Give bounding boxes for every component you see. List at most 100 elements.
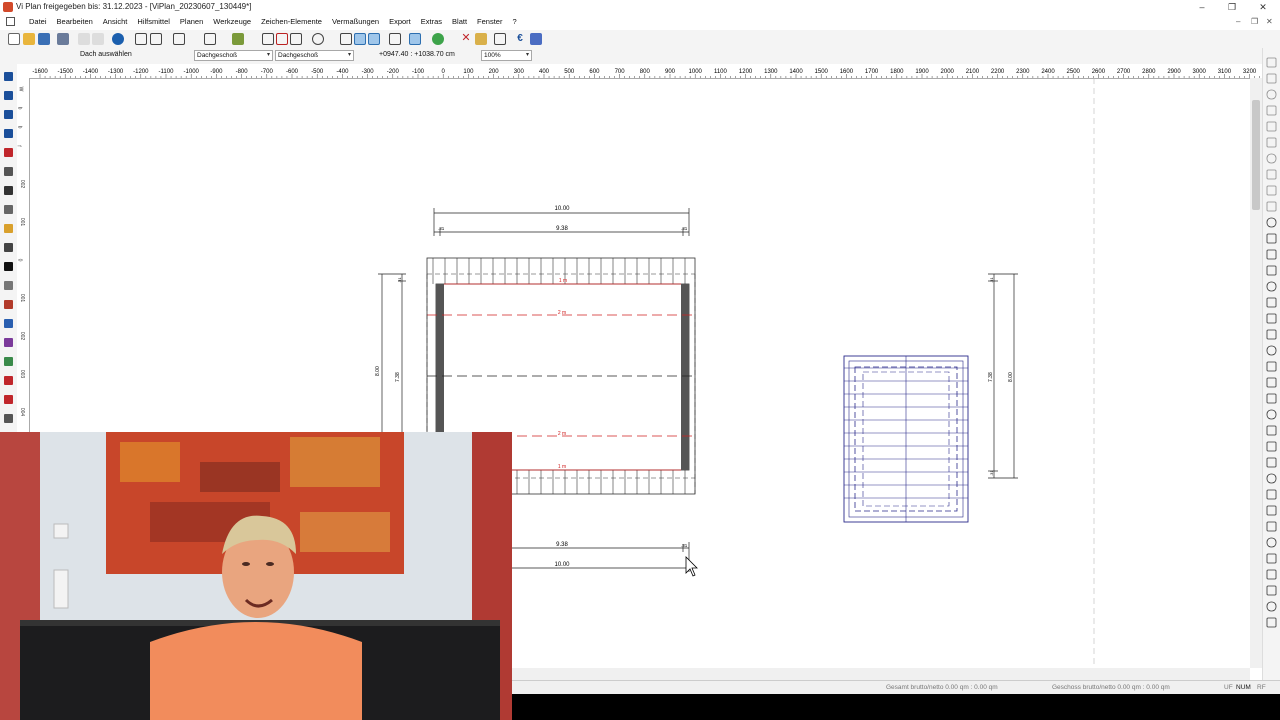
right-tool-icon[interactable] <box>1266 73 1277 84</box>
left-tool-icons[interactable] <box>0 64 17 432</box>
menu-item-extras[interactable]: Extras <box>416 17 447 26</box>
right-tool-icon[interactable] <box>1266 489 1277 500</box>
save-icon[interactable] <box>38 33 50 45</box>
left-tool-icon[interactable] <box>4 262 13 271</box>
left-tool-icon[interactable] <box>4 205 13 214</box>
right-tool-icon[interactable] <box>1266 393 1277 404</box>
left-tool-icon[interactable] <box>4 300 13 309</box>
3d-view-icon[interactable] <box>409 33 421 45</box>
right-tool-icon[interactable] <box>1266 345 1277 356</box>
menu-item-export[interactable]: Export <box>384 17 416 26</box>
floor-select-1[interactable]: Dachgeschoß ▾ <box>194 50 273 61</box>
roof-icon[interactable] <box>232 33 244 45</box>
menu-item-blatt[interactable]: Blatt <box>447 17 472 26</box>
right-tool-icon[interactable] <box>1266 617 1277 628</box>
select-frame-icon[interactable] <box>135 33 147 45</box>
close-button[interactable]: ✕ <box>1248 0 1278 15</box>
right-tool-icon[interactable] <box>1266 505 1277 516</box>
left-tool-icon[interactable] <box>4 110 13 119</box>
right-tool-icon[interactable] <box>1266 521 1277 532</box>
document-menu-icon[interactable] <box>6 17 15 26</box>
pan-hand-icon[interactable] <box>312 33 324 45</box>
house-icon[interactable] <box>150 33 162 45</box>
right-tool-icon[interactable] <box>1266 329 1277 340</box>
mdi-close-button[interactable]: ✕ <box>1266 17 1273 26</box>
right-tool-icon[interactable] <box>1266 185 1277 196</box>
right-tool-icon[interactable] <box>1266 121 1277 132</box>
home-view-icon[interactable] <box>173 33 185 45</box>
right-tool-icon[interactable] <box>1266 265 1277 276</box>
menu-item-ansicht[interactable]: Ansicht <box>98 17 133 26</box>
menu-item-vermaßungen[interactable]: Vermaßungen <box>327 17 384 26</box>
menu-item-help[interactable]: ? <box>507 17 521 26</box>
menu-item-planen[interactable]: Planen <box>175 17 208 26</box>
right-tool-icon[interactable] <box>1266 281 1277 292</box>
new-file-icon[interactable] <box>8 33 20 45</box>
left-tool-icon[interactable] <box>4 243 13 252</box>
maximize-button[interactable]: ❐ <box>1217 0 1247 15</box>
left-tool-icon[interactable] <box>4 167 13 176</box>
left-tool-icon[interactable] <box>4 129 13 138</box>
tools-icon[interactable] <box>475 33 487 45</box>
right-tool-icon[interactable] <box>1266 169 1277 180</box>
right-tool-icon[interactable] <box>1266 425 1277 436</box>
euro-cost-icon[interactable]: € <box>514 33 526 45</box>
vertical-scroll-thumb[interactable] <box>1252 100 1260 210</box>
export-icon[interactable] <box>530 33 542 45</box>
right-tool-icon[interactable] <box>1266 361 1277 372</box>
zoom-in-icon[interactable] <box>262 33 274 45</box>
horizontal-scrollbar[interactable] <box>512 668 1250 680</box>
menu-item-datei[interactable]: Datei <box>24 17 52 26</box>
right-tool-icon[interactable] <box>1266 537 1277 548</box>
right-tool-icon[interactable] <box>1266 409 1277 420</box>
layer-icon[interactable] <box>340 33 352 45</box>
floor-select-2[interactable]: Dachgeschoß ▾ <box>275 50 354 61</box>
snap-grid-icon[interactable] <box>368 33 380 45</box>
right-tool-icon[interactable] <box>1266 249 1277 260</box>
right-tool-icon[interactable] <box>1266 569 1277 580</box>
add-circle-icon[interactable] <box>432 33 444 45</box>
right-tool-icon[interactable] <box>1266 601 1277 612</box>
menu-item-bearbeiten[interactable]: Bearbeiten <box>52 17 98 26</box>
left-tool-icon[interactable] <box>4 91 13 100</box>
right-tool-icon[interactable] <box>1266 313 1277 324</box>
snap-points-icon[interactable] <box>354 33 366 45</box>
zoom-window-icon[interactable] <box>276 33 288 45</box>
right-tool-icon[interactable] <box>1266 553 1277 564</box>
delete-x-icon[interactable]: ✕ <box>460 33 472 45</box>
right-tool-icon[interactable] <box>1266 217 1277 228</box>
right-tool-icon[interactable] <box>1266 297 1277 308</box>
zoom-all-icon[interactable] <box>290 33 302 45</box>
right-tool-icons[interactable] <box>1263 48 1280 680</box>
menu-item-werkzeuge[interactable]: Werkzeuge <box>208 17 256 26</box>
right-tool-icon[interactable] <box>1266 57 1277 68</box>
menu-item-zeichen-elemente[interactable]: Zeichen-Elemente <box>256 17 327 26</box>
left-tool-icon[interactable] <box>4 395 13 404</box>
right-tool-icon[interactable] <box>1266 377 1277 388</box>
right-tool-icon[interactable] <box>1266 153 1277 164</box>
copy-icon[interactable] <box>92 33 104 45</box>
right-tool-icon[interactable] <box>1266 201 1277 212</box>
grid-settings-icon[interactable] <box>204 33 216 45</box>
right-tool-icon[interactable] <box>1266 137 1277 148</box>
print-icon[interactable] <box>57 33 69 45</box>
left-tool-icon[interactable] <box>4 148 13 157</box>
minimize-button[interactable]: – <box>1187 0 1217 15</box>
open-folder-icon[interactable] <box>23 33 35 45</box>
zoom-select[interactable]: 100% ▾ <box>481 50 532 61</box>
mdi-restore-button[interactable]: ❐ <box>1251 17 1258 26</box>
right-tool-icon[interactable] <box>1266 585 1277 596</box>
menu-item-fenster[interactable]: Fenster <box>472 17 507 26</box>
right-tool-icon[interactable] <box>1266 457 1277 468</box>
left-tool-icon[interactable] <box>4 414 13 423</box>
left-tool-icon[interactable] <box>4 224 13 233</box>
right-tool-icon[interactable] <box>1266 441 1277 452</box>
right-tool-icon[interactable] <box>1266 473 1277 484</box>
cut-icon[interactable] <box>78 33 90 45</box>
left-tool-icon[interactable] <box>4 281 13 290</box>
helper-icon[interactable] <box>494 33 506 45</box>
right-tool-icon[interactable] <box>1266 105 1277 116</box>
mdi-minimize-button[interactable]: – <box>1236 17 1240 26</box>
left-tool-icon[interactable] <box>4 319 13 328</box>
measure-icon[interactable] <box>389 33 401 45</box>
